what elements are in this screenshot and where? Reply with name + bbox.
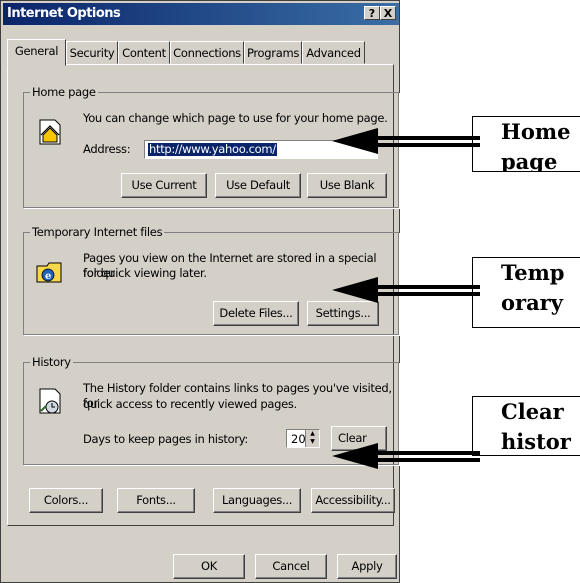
clear-history-callout-line-1: Clear: [501, 399, 564, 424]
tab-content[interactable]: Content: [118, 41, 170, 64]
home-page-callout-line-1: Home: [501, 119, 571, 144]
cancel-button[interactable]: Cancel: [255, 554, 327, 579]
title-bar: Internet Options ? X: [3, 3, 399, 25]
temporary-files-description-2: for quick viewing later.: [83, 266, 207, 280]
tab-general[interactable]: General: [7, 39, 66, 66]
history-icon: [39, 388, 61, 414]
home-page-callout-line-2: page: [501, 149, 558, 172]
history-description-2: quick access to recently viewed pages.: [83, 397, 297, 411]
clear-history-callout-line-2: histor: [501, 429, 571, 454]
temporary-callout-line-2: orary: [501, 290, 563, 315]
use-default-button[interactable]: Use Default: [215, 173, 301, 198]
window-title: Internet Options: [7, 6, 121, 21]
clear-history-callout: Clear histor: [472, 396, 580, 456]
temporary-files-folder-icon: e: [36, 262, 62, 283]
spinner-arrows-icon[interactable]: ▲ ▼: [305, 430, 319, 447]
history-legend: History: [30, 355, 73, 369]
tab-programs[interactable]: Programs: [244, 41, 302, 64]
temporary-callout: Temp orary: [472, 257, 580, 328]
use-blank-button[interactable]: Use Blank: [307, 173, 387, 198]
svg-text:e: e: [45, 271, 51, 282]
accessibility-button[interactable]: Accessibility...: [311, 488, 395, 513]
address-label: Address:: [83, 142, 131, 156]
address-value: http://www.yahoo.com/: [148, 142, 277, 156]
delete-files-button[interactable]: Delete Files...: [213, 301, 299, 326]
home-page-arrow: [332, 128, 480, 154]
tab-advanced[interactable]: Advanced: [302, 41, 365, 64]
temporary-files-legend: Temporary Internet files: [30, 225, 165, 239]
temporary-callout-line-1: Temp: [501, 260, 565, 285]
temporary-arrow: [332, 277, 480, 303]
days-to-keep-value: 20: [291, 432, 306, 446]
use-current-button[interactable]: Use Current: [121, 173, 207, 198]
home-page-icon: [39, 119, 61, 145]
clear-history-arrow: [332, 443, 480, 469]
ok-button[interactable]: OK: [173, 554, 245, 579]
home-page-description: You can change which page to use for you…: [83, 111, 388, 125]
apply-button[interactable]: Apply: [337, 554, 397, 579]
fonts-button[interactable]: Fonts...: [117, 488, 195, 513]
home-page-legend: Home page: [30, 85, 98, 99]
colors-button[interactable]: Colors...: [29, 488, 103, 513]
close-button[interactable]: X: [380, 6, 396, 20]
days-to-keep-spinner[interactable]: 20 ▲ ▼: [286, 429, 320, 448]
languages-button[interactable]: Languages...: [213, 488, 301, 513]
days-to-keep-label: Days to keep pages in history:: [83, 432, 249, 446]
tab-security[interactable]: Security: [66, 41, 118, 64]
home-page-callout: Home page: [472, 116, 580, 172]
help-button[interactable]: ?: [364, 6, 380, 20]
tab-connections[interactable]: Connections: [170, 41, 244, 64]
